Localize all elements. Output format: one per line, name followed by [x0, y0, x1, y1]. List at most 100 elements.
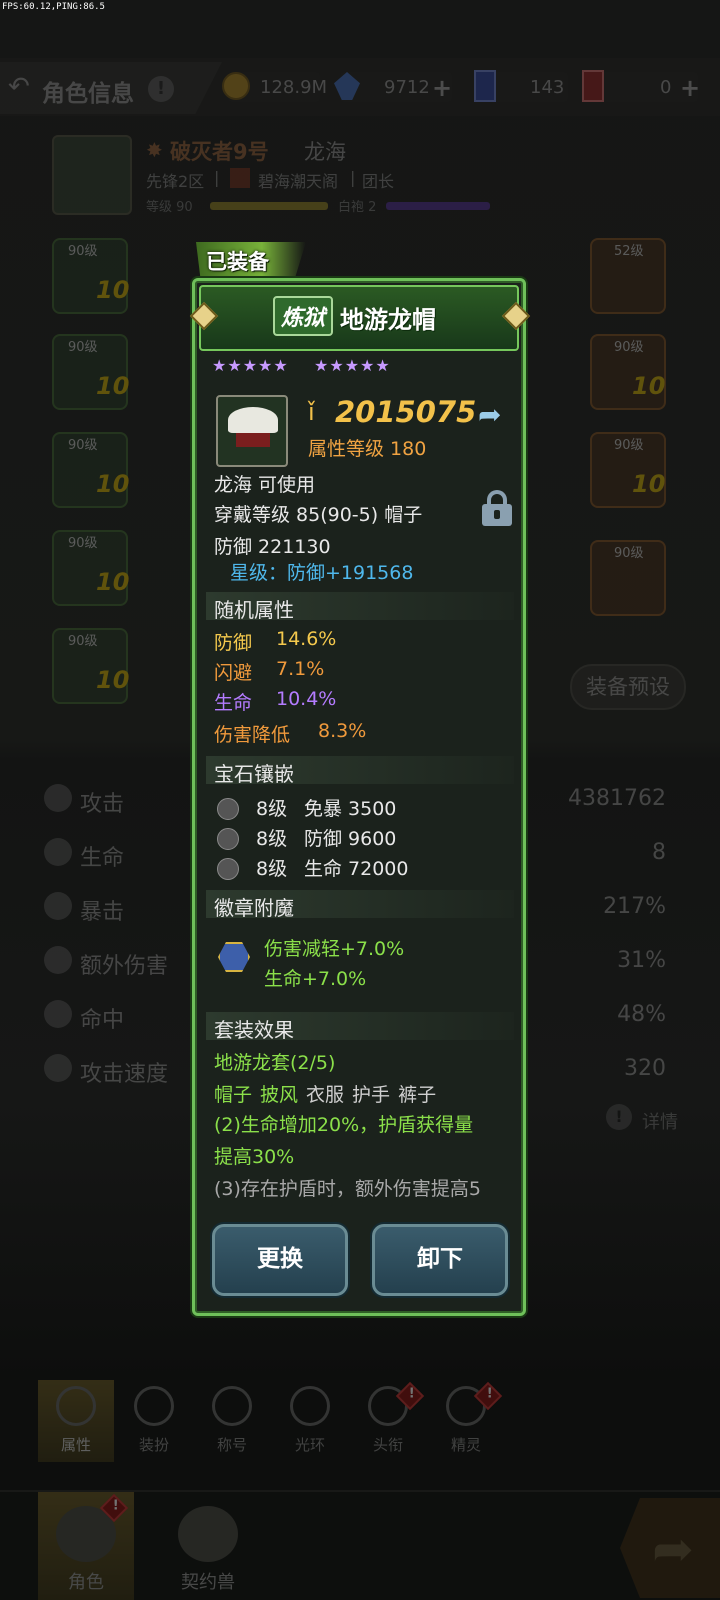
star-row-right: ★★★★★ [314, 356, 391, 375]
equipment-preset-button[interactable]: 装备预设 [570, 664, 686, 710]
base-defense: 防御 221130 [214, 536, 331, 558]
tab-label: 称号 [216, 1436, 247, 1454]
combat-power: 2015075 [335, 395, 477, 429]
tab-label: 精灵 [450, 1436, 481, 1454]
set-part: 护手 [352, 1084, 391, 1106]
stat-value: 8 [652, 840, 666, 865]
hanger-icon [134, 1386, 174, 1426]
crit-icon [44, 892, 72, 920]
slot-level: 90级 [68, 438, 98, 453]
detail-link[interactable]: 详情 [642, 1108, 678, 1134]
gold-value: 128.9M [260, 77, 328, 98]
gem-icon [217, 828, 239, 850]
set-part: 帽子 [214, 1084, 253, 1106]
tab-wings[interactable]: 精灵! [428, 1380, 504, 1462]
equipped-label: 已装备 [206, 250, 269, 274]
stat-value: 4381762 [568, 786, 666, 811]
attribute-level: 属性等级 180 [308, 438, 427, 460]
slot-level: 90级 [614, 546, 644, 561]
gem-level: 8级 [256, 798, 288, 820]
slot-upgrade-badge: 10 [96, 276, 130, 304]
gem-level: 8级 [256, 858, 288, 880]
star-row-left: ★★★★★ [212, 356, 289, 375]
gem-value: 9712 [384, 77, 430, 98]
back-icon[interactable]: ↶ [8, 72, 30, 102]
player-server: 先锋2区 [146, 172, 205, 191]
paw-icon [178, 1506, 238, 1562]
slot-upgrade-badge: 10 [632, 470, 666, 498]
gem-title: 宝石镶嵌 [214, 762, 294, 786]
extra-damage-icon [44, 946, 72, 974]
heart-icon [44, 838, 72, 866]
set-bonus-3: (3)存在护盾时，额外伤害提高5 [214, 1178, 482, 1200]
player-name: 龙海 [304, 140, 346, 164]
guild-emblem-icon [230, 168, 250, 188]
avatar[interactable] [52, 135, 132, 215]
tab-label: 装扮 [138, 1436, 169, 1454]
level-bar [210, 202, 328, 210]
lock-icon[interactable] [482, 490, 512, 526]
arrow-right-icon: ➦ [652, 1520, 694, 1578]
set-part: 衣服 [306, 1084, 345, 1106]
rank-star-icon: ✸ [146, 138, 163, 162]
stat-label: 攻击 [80, 792, 125, 817]
set-title: 套装效果 [214, 1018, 294, 1042]
replace-button[interactable]: 更换 [212, 1224, 348, 1296]
nav-label: 角色 [68, 1572, 104, 1593]
slot-upgrade-badge: 10 [96, 666, 130, 694]
random-attr-title: 随机属性 [214, 598, 294, 622]
power-icon: ǐ [308, 398, 315, 426]
badge-line-2: 生命+7.0% [264, 968, 367, 990]
fps-readout: FPS:60.12,PING:86.5 [2, 2, 105, 12]
coin-icon [222, 72, 250, 100]
gem-level: 8级 [256, 828, 288, 850]
slot-level: 90级 [614, 340, 644, 355]
star-bonus: 星级：防御+191568 [230, 562, 414, 584]
guild-name: 碧海潮天阁 [258, 172, 339, 191]
tab-skull[interactable]: 头衔! [350, 1380, 426, 1462]
random-attr-value: 8.3% [318, 720, 367, 742]
crown-icon [212, 1386, 252, 1426]
set-name: 地游龙套(2/5) [214, 1052, 336, 1074]
level-label: 等级 90 [146, 200, 193, 215]
random-attr-name: 闪避 [214, 662, 253, 684]
nav-character[interactable]: 角色! [38, 1492, 134, 1600]
detail-info-icon[interactable]: ! [606, 1104, 632, 1130]
stat-label: 生命 [80, 846, 125, 871]
gem-effect: 生命 72000 [304, 858, 409, 880]
item-name: 地游龙帽 [340, 306, 436, 334]
set-bonus-2-line-2: 提高30% [214, 1146, 295, 1168]
player-title: 破灭者9号 [170, 140, 269, 164]
badge-title: 徽章附魔 [214, 896, 294, 920]
page-title: 角色信息 [42, 81, 134, 107]
tab-person[interactable]: 属性 [38, 1380, 114, 1462]
set-part: 披风 [260, 1084, 299, 1106]
add-cards-button[interactable]: + [680, 74, 700, 102]
gem-icon [217, 798, 239, 820]
tab-label: 头衔 [372, 1436, 403, 1454]
random-attr-value: 7.1% [276, 658, 325, 680]
tab-hanger[interactable]: 装扮 [116, 1380, 192, 1462]
share-icon[interactable]: ➦ [478, 398, 501, 431]
nav-label: 契约兽 [181, 1572, 235, 1593]
info-icon[interactable]: ! [148, 76, 174, 102]
card-b-value: 0 [660, 77, 672, 98]
nav-contract-beast[interactable]: 契约兽 [160, 1492, 256, 1600]
slot-upgrade-badge: 10 [96, 470, 130, 498]
set-bonus-2-line-1: (2)生命增加20%，护盾获得量 [214, 1114, 474, 1136]
card-a-value: 143 [530, 77, 565, 98]
slot-upgrade-badge: 10 [632, 372, 666, 400]
tab-crown[interactable]: 称号 [194, 1380, 270, 1462]
gem-effect: 防御 9600 [304, 828, 397, 850]
tab-halo[interactable]: 光环 [272, 1380, 348, 1462]
slot-upgrade-badge: 10 [96, 372, 130, 400]
halo-icon [290, 1386, 330, 1426]
tab-label: 属性 [60, 1436, 91, 1454]
unequip-button[interactable]: 卸下 [372, 1224, 508, 1296]
red-card-icon [582, 70, 604, 102]
add-gems-button[interactable]: + [432, 74, 452, 102]
screen: FPS:60.12,PING:86.5 ↶ 角色信息 ! 128.9M 9712… [0, 0, 720, 1600]
stat-value: 48% [617, 1002, 666, 1027]
sword-icon [44, 784, 72, 812]
target-icon [44, 1000, 72, 1028]
